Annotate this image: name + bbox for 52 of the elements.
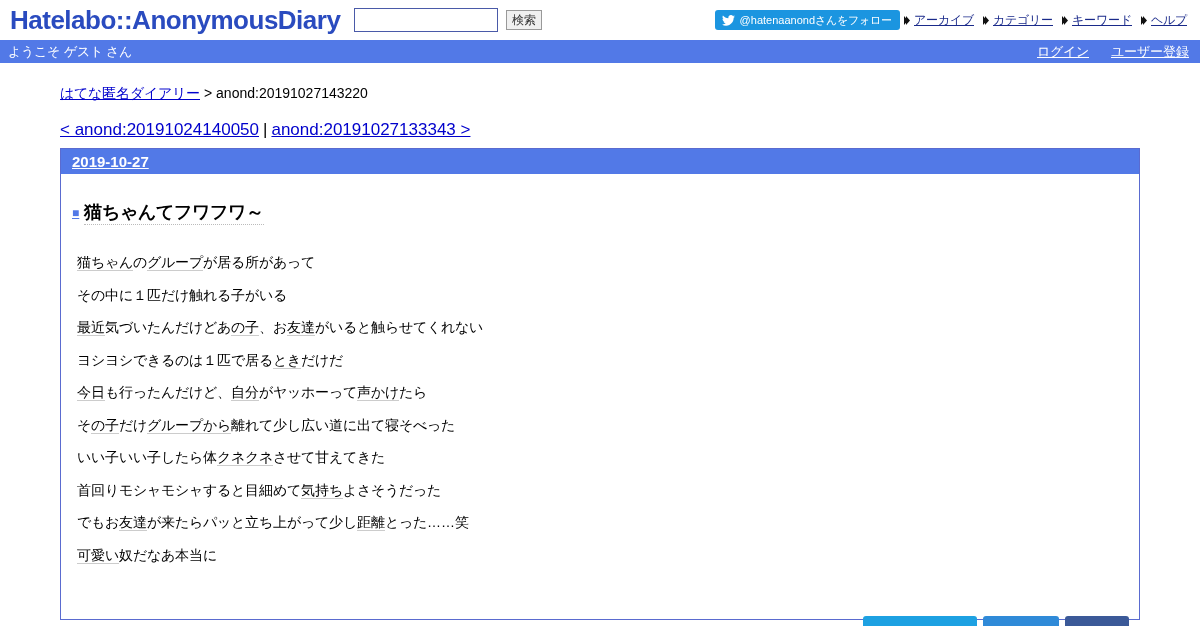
body-line: ヨシヨシできるのは１匹で居る とき だけだ	[77, 351, 343, 369]
breadcrumb-link[interactable]: はてな匿名ダイアリー	[60, 85, 200, 103]
search-button[interactable]: 検索	[506, 10, 543, 30]
keyword-link[interactable]: 声かけ	[357, 384, 399, 401]
keyword-link[interactable]: の子	[91, 416, 119, 434]
keyword-link[interactable]: 最近	[77, 319, 105, 336]
body-line: いい子いい子したら体クネクネ させて甘えてきた	[77, 449, 385, 466]
welcome-text: ようこそ ゲスト さん	[8, 42, 133, 61]
nav-link[interactable]: アーカイブ	[914, 11, 974, 29]
prev-entry-link[interactable]: < anond:20191024140050	[60, 120, 259, 140]
bird-icon	[721, 14, 735, 26]
site-logo[interactable]: Hatelabo::AnonymousDiary	[10, 4, 341, 36]
keyword-link[interactable]: 友達	[287, 319, 315, 336]
entry-marker[interactable]: ■	[72, 205, 80, 220]
keyword-link[interactable]: グループから	[147, 416, 231, 434]
arrow-icon	[1062, 15, 1068, 25]
keyword-link[interactable]: 自分	[231, 384, 259, 401]
body-line: 最近気づいたんだけどあの子、お友達がいると触らせてくれない	[77, 319, 483, 336]
user-link[interactable]: ユーザー登録	[1111, 42, 1189, 61]
body-line: でもお友達が来たらパッと立ち上がって少し距離とった……笑	[77, 514, 469, 531]
user-link[interactable]: ログイン	[1037, 42, 1089, 61]
keyword-link[interactable]: 気持ち	[301, 481, 343, 499]
next-entry-link[interactable]: anond:20191027133343 >	[271, 120, 471, 140]
keyword-link[interactable]: グループ	[147, 254, 203, 271]
body-line: 可愛い奴だなあ本当に	[77, 546, 217, 564]
nav-link[interactable]: ヘルプ	[1151, 11, 1187, 29]
entry-title[interactable]: 猫ちゃんてフワフワ～	[84, 200, 265, 225]
nav-link[interactable]: カテゴリー	[993, 11, 1053, 29]
date-link[interactable]: 2019-10-27	[72, 153, 149, 170]
share-button[interactable]	[983, 616, 1059, 626]
breadcrumb-current: > anond:20191027143220	[204, 85, 368, 103]
body-line: その中に１匹だけ触れる子がいる	[77, 286, 287, 303]
arrow-icon	[904, 15, 910, 25]
keyword-link[interactable]: クネクネ	[217, 449, 273, 466]
body-line: 首回りモシャモシャすると目細めて気持ち よさそうだった	[77, 481, 441, 499]
share-button[interactable]	[863, 616, 977, 626]
share-button[interactable]	[1065, 616, 1129, 626]
keyword-link[interactable]: 今日	[77, 384, 105, 401]
search-field[interactable]	[354, 8, 499, 32]
body-line: その子だけグループから離れて少し広い道に出て寝そべった	[77, 416, 455, 434]
nav-link[interactable]: キーワード	[1072, 11, 1132, 29]
keyword-link[interactable]: とき	[273, 351, 301, 369]
arrow-icon	[983, 15, 989, 25]
body-line: 今日 も行ったんだけど、自分がヤッホーって声かけたら	[77, 384, 427, 401]
keyword-link[interactable]: 猫ちゃん	[77, 254, 133, 271]
arrow-icon	[1141, 15, 1147, 25]
body-line: 猫ちゃんのグループが居る所があって	[77, 254, 315, 271]
keyword-link[interactable]: 距離	[357, 514, 385, 531]
keyword-link[interactable]: 可愛い	[77, 546, 119, 564]
separator: |	[263, 120, 268, 140]
keyword-link[interactable]: の子	[231, 319, 259, 336]
keyword-link[interactable]: 友達	[119, 514, 147, 531]
